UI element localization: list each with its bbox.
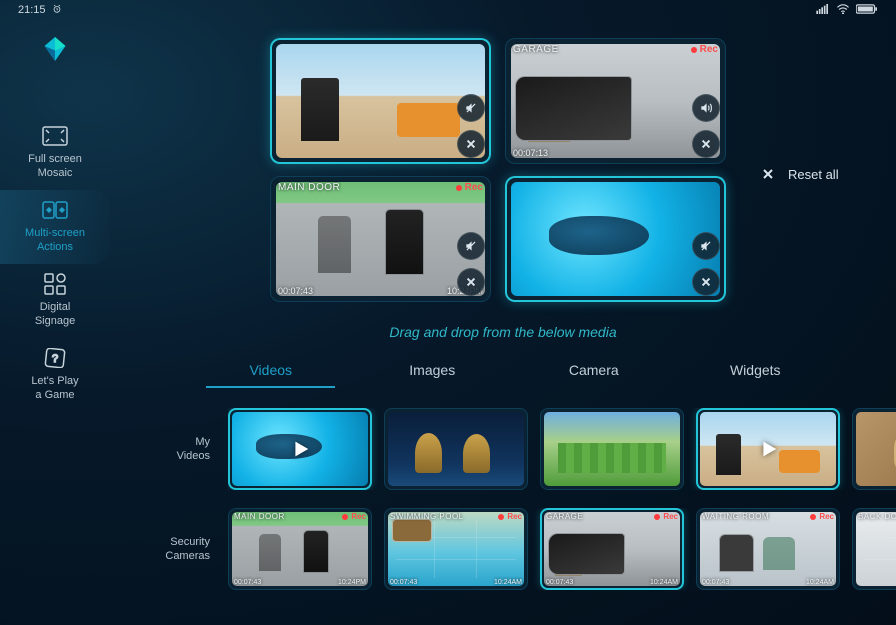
close-icon (758, 164, 778, 184)
nav-label: Digital Signage (35, 301, 75, 329)
media-row: Security Cameras MAIN DOOR Rec 00:07:43 10:2… (110, 508, 896, 590)
sidebar: Full screen Mosaic Multi-screen Actions … (0, 20, 110, 625)
mute-icon[interactable] (457, 94, 485, 122)
media-thumb[interactable] (384, 408, 528, 490)
nav-full-screen-mosaic[interactable]: Full screen Mosaic (0, 116, 110, 190)
row-label: My Videos (110, 435, 216, 464)
remove-tile-button[interactable] (457, 130, 485, 158)
media-thumb[interactable]: MAIN DOOR Rec 00:07:43 10:24PM (228, 508, 372, 590)
nav-label: Let's Play a Game (31, 375, 78, 403)
wifi-icon (836, 4, 850, 17)
media-row: My Videos (110, 408, 896, 490)
clock-time: 10:24AM (806, 579, 834, 586)
camera-label: WAITING ROOM (702, 512, 769, 521)
camera-label: MAIN DOOR (278, 182, 340, 193)
media-thumb[interactable] (540, 408, 684, 490)
tab-videos[interactable]: Videos (190, 362, 352, 388)
row-label: Security Cameras (110, 535, 216, 564)
drop-tile-1[interactable]: GARAGE Rec 00:07:13 (505, 38, 726, 164)
nav-digital-signage[interactable]: Digital Signage (0, 264, 110, 338)
drag-drop-hint: Drag and drop from the below media (110, 324, 896, 340)
remove-tile-button[interactable] (692, 130, 720, 158)
game-icon: ? (42, 347, 68, 369)
svg-text:?: ? (52, 353, 58, 365)
mute-icon[interactable] (457, 232, 485, 260)
mosaic-icon (42, 125, 68, 147)
battery-icon (856, 4, 878, 17)
alarm-icon (52, 4, 62, 17)
media-thumb[interactable] (228, 408, 372, 490)
tab-images[interactable]: Images (352, 362, 514, 388)
nav-label: Full screen Mosaic (28, 153, 82, 181)
clock-time: 10:24PM (338, 579, 366, 586)
nav-multi-screen-actions[interactable]: Multi-screen Actions (0, 190, 110, 264)
media-thumb[interactable]: BACK DOOR (852, 508, 896, 590)
remove-tile-button[interactable] (692, 268, 720, 296)
camera-label: GARAGE (546, 512, 583, 521)
media-thumb[interactable]: SWIMMING POOL Rec 00:07:43 10:24AM (384, 508, 528, 590)
rec-indicator: Rec (654, 512, 678, 521)
camera-label: GARAGE (513, 44, 559, 55)
thumb-strip[interactable] (228, 408, 896, 490)
mute-icon[interactable] (692, 232, 720, 260)
media-thumb[interactable] (852, 408, 896, 490)
nav-label: Multi-screen Actions (25, 227, 85, 255)
media-thumb[interactable] (696, 408, 840, 490)
drop-tile-0[interactable] (270, 38, 491, 164)
sound-icon[interactable] (692, 94, 720, 122)
tab-widgets[interactable]: Widgets (675, 362, 837, 388)
camera-label: BACK DOOR (858, 512, 896, 521)
rec-indicator: Rec (810, 512, 834, 521)
reset-all-label: Reset all (788, 167, 839, 182)
elapsed-time: 00:07:43 (390, 579, 417, 586)
clock-time: 10:24AM (650, 579, 678, 586)
app-logo (40, 34, 70, 64)
thumb-strip[interactable]: MAIN DOOR Rec 00:07:43 10:24PM SWIMMING POOL… (228, 508, 896, 590)
tab-camera[interactable]: Camera (513, 362, 675, 388)
reset-all-button[interactable]: Reset all (758, 164, 839, 184)
signage-icon (42, 273, 68, 295)
multiscreen-icon (42, 199, 68, 221)
drop-tile-2[interactable]: MAIN DOORRec00:07:4310:24PM (270, 176, 491, 302)
media-thumb[interactable]: WAITING ROOM Rec 00:07:43 10:24AM (696, 508, 840, 590)
drop-tile-3[interactable] (505, 176, 726, 302)
rec-indicator: Rec (498, 512, 522, 521)
rec-indicator: Rec (691, 44, 718, 55)
media-thumb[interactable]: GARAGE Rec 00:07:43 10:24AM (540, 508, 684, 590)
elapsed-time: 00:07:43 (546, 579, 573, 586)
signal-icon (816, 4, 830, 17)
clock-time: 10:24AM (494, 579, 522, 586)
elapsed-time: 00:07:43 (234, 579, 261, 586)
status-bar: 21:15 (0, 0, 896, 20)
camera-label: MAIN DOOR (234, 512, 285, 521)
media-rows: My Videos Security Cameras MAIN DOOR Rec 00:… (110, 408, 896, 590)
remove-tile-button[interactable] (457, 268, 485, 296)
nav-lets-play-a-game[interactable]: ? Let's Play a Game (0, 338, 110, 412)
play-icon (285, 434, 315, 464)
main-content: GARAGE Rec 00:07:13 MAIN DOOR Rec 00:07:43 10:… (110, 20, 896, 625)
elapsed-time: 00:07:43 (278, 286, 313, 296)
rec-indicator: Rec (342, 512, 366, 521)
camera-label: SWIMMING POOL (390, 512, 464, 521)
elapsed-time: 00:07:13 (513, 148, 548, 158)
play-icon (753, 434, 783, 464)
elapsed-time: 00:07:43 (702, 579, 729, 586)
media-tabs: VideosImagesCameraWidgets (190, 362, 836, 388)
status-time: 21:15 (18, 4, 46, 16)
rec-indicator: Rec (456, 182, 483, 193)
